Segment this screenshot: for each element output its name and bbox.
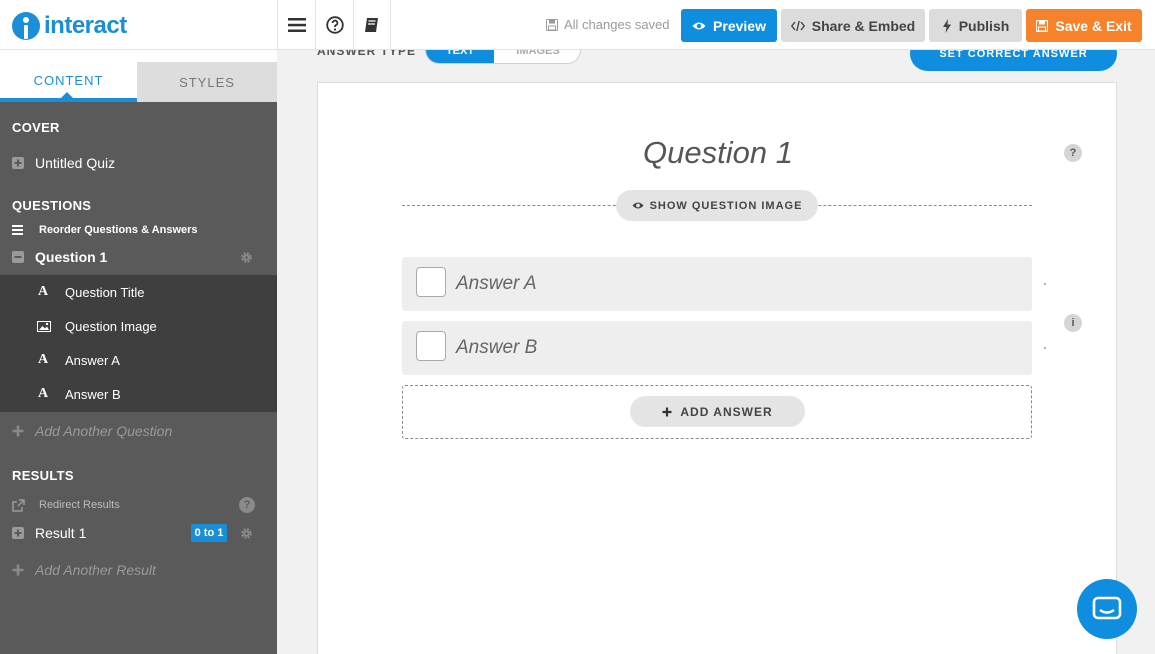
answer-type-label: ANSWER TYPE xyxy=(317,50,417,58)
save-status-text: All changes saved xyxy=(564,17,670,32)
sidebar-item-result-1[interactable]: Result 1 0 to 1 xyxy=(0,523,277,543)
plus-icon xyxy=(12,425,24,437)
share-embed-label: Share & Embed xyxy=(811,17,916,34)
book-icon xyxy=(365,18,378,32)
set-correct-answer-button[interactable]: SET CORRECT ANSWER xyxy=(910,50,1117,71)
sidebar-item-label: Result 1 xyxy=(35,525,87,541)
sidebar-subitem-answer-a[interactable]: A Answer A xyxy=(0,351,277,369)
editor-area: ANSWER TYPE TEXT IMAGES SET CORRECT ANSW… xyxy=(277,50,1155,654)
add-result-label: Add Another Result xyxy=(35,562,156,578)
cover-heading: COVER xyxy=(12,120,60,135)
answer-type-text-option[interactable]: TEXT xyxy=(426,50,494,63)
save-exit-label: Save & Exit xyxy=(1055,17,1132,34)
share-embed-button[interactable]: Share & Embed xyxy=(781,9,925,42)
questions-heading: QUESTIONS xyxy=(12,198,92,213)
sidebar: CONTENT STYLES COVER Untitled Quiz QUEST… xyxy=(0,50,277,654)
answer-row[interactable]: Answer A xyxy=(402,257,1032,311)
interact-logo[interactable]: interact xyxy=(12,10,127,42)
help-icon[interactable]: ? xyxy=(239,497,255,513)
preview-label: Preview xyxy=(713,17,766,34)
collapse-icon[interactable] xyxy=(12,251,24,263)
answer-text[interactable]: Answer A xyxy=(456,273,537,295)
floppy-icon xyxy=(1036,19,1049,32)
sidebar-item-label: Untitled Quiz xyxy=(35,155,116,171)
answer-checkbox[interactable] xyxy=(416,267,446,297)
answer-type-images-option[interactable]: IMAGES xyxy=(494,50,580,63)
sidebar-subitem-label: Question Image xyxy=(65,318,157,334)
sidebar-item-question-1[interactable]: Question 1 xyxy=(0,247,277,267)
question-subitems: A Question Title Question Image A Answer… xyxy=(0,275,277,412)
publish-button[interactable]: Publish xyxy=(929,9,1022,42)
save-status: All changes saved xyxy=(546,17,670,32)
tab-styles[interactable]: STYLES xyxy=(137,62,277,102)
plus-icon xyxy=(12,564,24,576)
answer-row[interactable]: Answer B xyxy=(402,321,1032,375)
logo-icon xyxy=(12,12,40,40)
show-question-image-button[interactable]: SHOW QUESTION IMAGE xyxy=(616,190,818,221)
menu-button[interactable] xyxy=(277,0,315,50)
question-title[interactable]: Question 1 xyxy=(318,135,1118,171)
external-link-icon xyxy=(12,498,25,512)
menu-icon xyxy=(287,18,306,32)
eye-icon xyxy=(692,22,706,29)
answer-text[interactable]: Answer B xyxy=(456,337,537,359)
results-heading: RESULTS xyxy=(12,468,74,483)
gear-icon[interactable] xyxy=(240,527,253,540)
add-answer-area: ADD ANSWER xyxy=(402,385,1032,439)
tab-content[interactable]: CONTENT xyxy=(0,62,137,102)
answer-type-toggle: TEXT IMAGES xyxy=(425,50,581,64)
sidebar-subitem-question-title[interactable]: A Question Title xyxy=(0,283,277,301)
top-bar: interact All changes saved Preview Share… xyxy=(0,0,1155,50)
code-icon xyxy=(790,20,805,31)
image-icon xyxy=(37,320,51,332)
plus-icon xyxy=(662,407,672,416)
info-icon[interactable]: i xyxy=(1064,314,1082,332)
chat-icon xyxy=(1092,596,1122,620)
list-icon xyxy=(12,225,23,235)
sidebar-item-label: Question 1 xyxy=(35,249,108,265)
sidebar-item-cover[interactable]: Untitled Quiz xyxy=(0,153,277,173)
question-card: Question 1 ? SHOW QUESTION IMAGE Answer … xyxy=(317,82,1117,654)
expand-icon[interactable] xyxy=(12,157,24,169)
lightning-icon xyxy=(942,18,951,33)
text-icon: A xyxy=(38,284,49,299)
help-icon[interactable]: ? xyxy=(1064,144,1082,162)
add-answer-label: ADD ANSWER xyxy=(680,404,773,419)
eye-icon xyxy=(632,202,644,209)
redirect-results-link[interactable]: Redirect Results ? xyxy=(0,496,277,514)
text-icon: A xyxy=(38,352,49,367)
sidebar-subitem-question-image[interactable]: Question Image xyxy=(0,317,277,335)
sidebar-subitem-label: Answer B xyxy=(65,386,121,402)
sidebar-subitem-answer-b[interactable]: A Answer B xyxy=(0,385,277,403)
help-button[interactable] xyxy=(315,0,353,50)
answer-checkbox[interactable] xyxy=(416,331,446,361)
help-icon xyxy=(325,16,344,34)
guide-button[interactable] xyxy=(353,0,391,50)
publish-label: Publish xyxy=(958,17,1010,34)
reorder-label: Reorder Questions & Answers xyxy=(39,224,198,236)
preview-button[interactable]: Preview xyxy=(681,9,777,42)
logo-text: interact xyxy=(44,12,127,39)
sidebar-subitem-label: Question Title xyxy=(65,284,145,300)
reorder-link[interactable]: Reorder Questions & Answers xyxy=(0,222,277,238)
chat-widget-button[interactable] xyxy=(1077,579,1137,639)
sidebar-subitem-label: Answer A xyxy=(65,352,120,368)
floppy-icon xyxy=(546,18,558,31)
sidebar-tabs: CONTENT STYLES xyxy=(0,62,277,102)
expand-icon[interactable] xyxy=(12,527,24,539)
add-question-label: Add Another Question xyxy=(35,423,173,439)
add-result-button[interactable]: Add Another Result xyxy=(0,560,277,580)
save-exit-button[interactable]: Save & Exit xyxy=(1026,9,1142,42)
add-answer-button[interactable]: ADD ANSWER xyxy=(630,396,805,427)
add-question-button[interactable]: Add Another Question xyxy=(0,421,277,441)
redirect-results-label: Redirect Results xyxy=(39,499,120,511)
text-icon: A xyxy=(38,386,49,401)
result-range-badge: 0 to 1 xyxy=(191,524,227,542)
gear-icon[interactable] xyxy=(240,251,253,264)
show-question-image-label: SHOW QUESTION IMAGE xyxy=(649,199,803,212)
